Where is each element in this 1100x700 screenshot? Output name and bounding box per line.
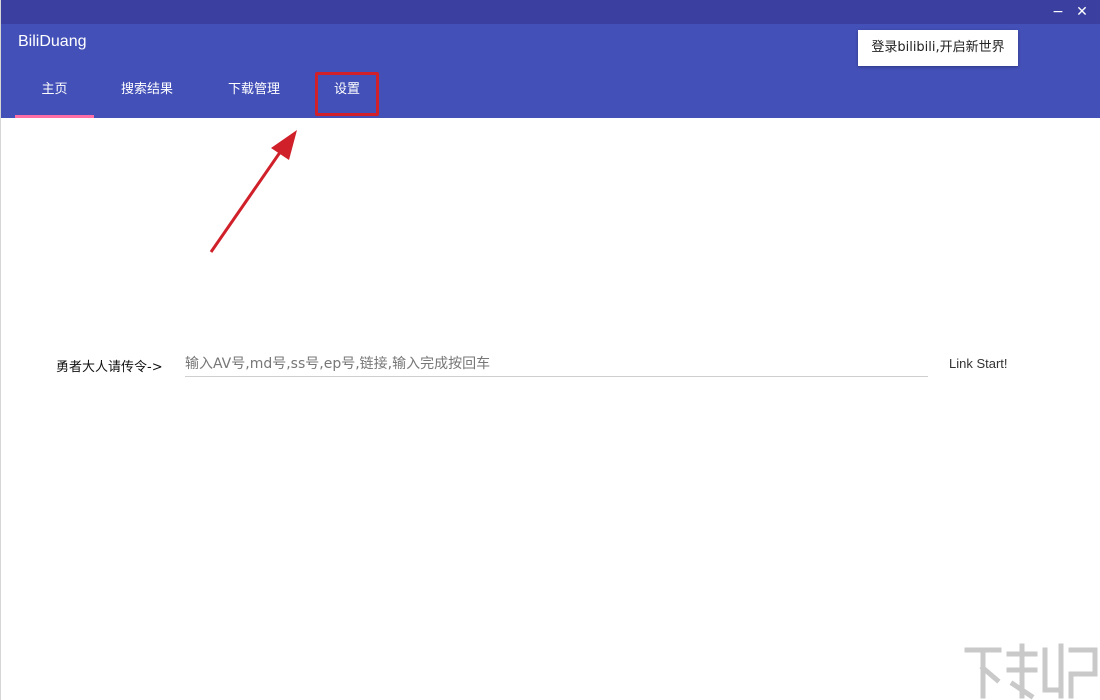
title-bar: − ✕ <box>1 0 1100 24</box>
minimize-icon[interactable]: − <box>1046 0 1070 24</box>
tab-download-manager[interactable]: 下载管理 <box>212 77 296 118</box>
app-window: − ✕ BiliDuang 登录bilibili,开启新世界 主页 搜索结果 下… <box>0 0 1100 700</box>
command-row: 勇者大人请传令-> Link Start! <box>1 350 1100 380</box>
command-label: 勇者大人请传令-> <box>56 360 163 375</box>
annotation-arrow-icon <box>209 130 297 253</box>
app-header: BiliDuang 登录bilibili,开启新世界 主页 搜索结果 下载管理 … <box>1 24 1100 118</box>
close-icon[interactable]: ✕ <box>1070 0 1094 24</box>
app-title: BiliDuang <box>18 33 87 50</box>
tab-home[interactable]: 主页 <box>15 77 94 118</box>
link-start-button[interactable]: Link Start! <box>949 356 1008 371</box>
annotation-highlight-box <box>315 72 379 116</box>
watermark-logo-icon <box>964 643 1098 700</box>
tab-search-results[interactable]: 搜索结果 <box>106 77 188 118</box>
command-input[interactable] <box>185 352 928 377</box>
login-button[interactable]: 登录bilibili,开启新世界 <box>858 30 1018 66</box>
